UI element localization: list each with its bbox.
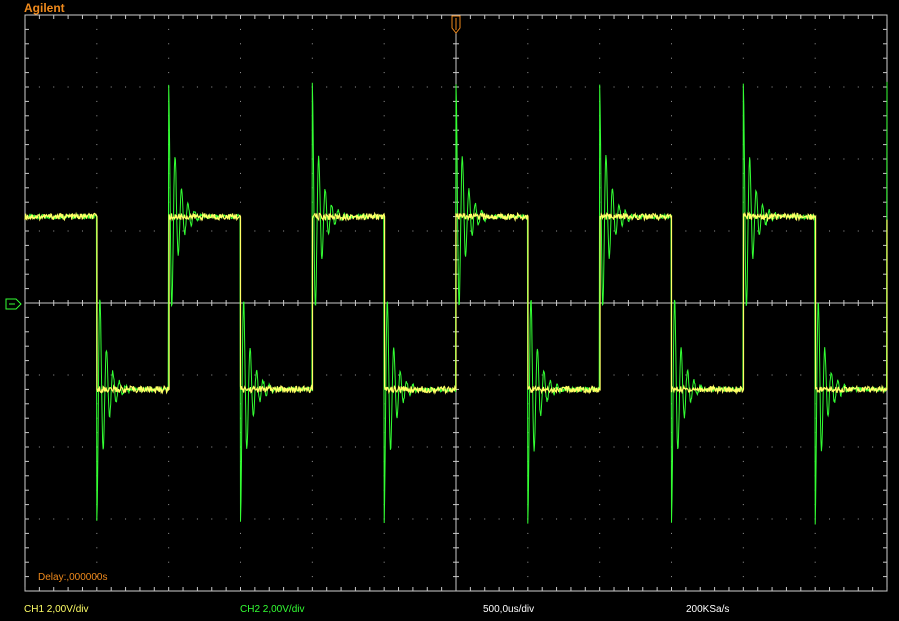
trigger-marker-icon: [451, 15, 461, 34]
sample-rate-readout: 200KSa/s: [686, 604, 730, 615]
ch2-scale: CH2 2,00V/div: [240, 604, 305, 615]
ground-marker-icon: [5, 298, 22, 310]
scope-display: [5, 14, 888, 592]
timebase-readout: 500,0us/div: [483, 604, 535, 615]
ch1-scale: CH1 2,00V/div: [24, 604, 89, 615]
delay-readout: Delay:,000000s: [38, 572, 108, 583]
